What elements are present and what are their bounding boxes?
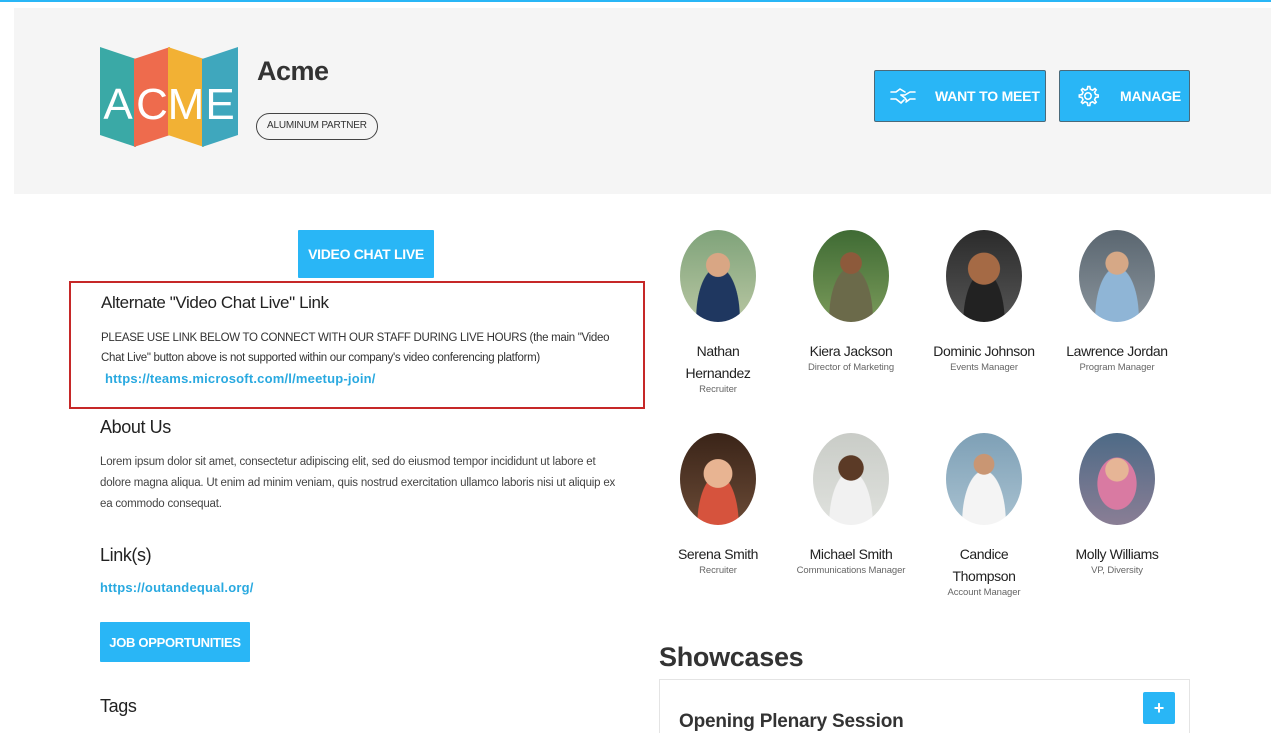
staff-card-serena-smith[interactable]: Serena Smith Recruiter [648, 433, 788, 577]
company-name: Acme [257, 56, 329, 86]
avatar [680, 230, 756, 322]
staff-card-kiera-jackson[interactable]: Kiera Jackson Director of Marketing [781, 230, 921, 374]
svg-text:M: M [168, 80, 205, 129]
want-to-meet-label: WANT TO MEET [935, 88, 1040, 104]
acme-logo: A C M E [100, 47, 238, 147]
staff-card-molly-williams[interactable]: Molly Williams VP, Diversity [1047, 433, 1187, 577]
staff-name: Lawrence Jordan [1066, 343, 1168, 359]
staff-name: Michael Smith [809, 546, 893, 562]
manage-label: MANAGE [1120, 88, 1182, 104]
links-heading: Link(s) [100, 545, 152, 565]
showcase-name: Opening Plenary Session [679, 711, 904, 732]
showcases-heading: Showcases [659, 642, 804, 672]
staff-name: Candice Thompson [952, 546, 1016, 584]
add-showcase-button[interactable]: + [1143, 692, 1175, 724]
staff-role: Communications Manager [796, 565, 906, 576]
staff-name: Nathan Hernandez [685, 343, 751, 381]
gear-icon [1060, 85, 1116, 107]
showcase-card[interactable]: Opening Plenary Session + [659, 679, 1190, 733]
avatar [1079, 433, 1155, 525]
exhibitor-header: A C M E Acme ALUMINUM PARTNER WANT TO ME… [14, 8, 1271, 194]
staff-name: Serena Smith [677, 546, 759, 562]
staff-name: Kiera Jackson [809, 343, 893, 359]
staff-role: Recruiter [699, 384, 737, 395]
avatar [946, 433, 1022, 525]
top-accent-rule [0, 0, 1271, 2]
staff-card-nathan-hernandez[interactable]: Nathan Hernandez Recruiter [648, 230, 788, 396]
alternate-link-title: Alternate "Video Chat Live" Link [101, 293, 329, 312]
teams-meetup-link[interactable]: https://teams.microsoft.com/l/meetup-joi… [105, 371, 376, 386]
alternate-link-box: Alternate "Video Chat Live" Link PLEASE … [69, 281, 645, 409]
staff-card-michael-smith[interactable]: Michael Smith Communications Manager [781, 433, 921, 577]
svg-text:E: E [205, 80, 234, 129]
about-us-text: Lorem ipsum dolor sit amet, consectetur … [100, 456, 616, 510]
staff-role: Director of Marketing [807, 362, 895, 373]
avatar [813, 433, 889, 525]
staff-role: VP, Diversity [1091, 565, 1143, 576]
avatar [813, 230, 889, 322]
staff-name: Molly Williams [1075, 546, 1159, 562]
staff-role: Events Manager [950, 362, 1018, 373]
staff-role: Recruiter [699, 565, 737, 576]
staff-role: Program Manager [1079, 362, 1155, 373]
avatar [680, 433, 756, 525]
manage-button[interactable]: MANAGE [1059, 70, 1190, 122]
staff-card-lawrence-jordan[interactable]: Lawrence Jordan Program Manager [1047, 230, 1187, 374]
tags-heading: Tags [100, 696, 137, 716]
want-to-meet-button[interactable]: WANT TO MEET [874, 70, 1046, 122]
avatar [1079, 230, 1155, 322]
alternate-link-text: PLEASE USE LINK BELOW TO CONNECT WITH OU… [101, 332, 610, 364]
staff-card-candice-thompson[interactable]: Candice Thompson Account Manager [914, 433, 1054, 599]
handshake-icon [875, 86, 931, 106]
video-chat-live-button[interactable]: VIDEO CHAT LIVE [298, 230, 434, 278]
staff-role: Account Manager [947, 587, 1021, 598]
partner-badge: ALUMINUM PARTNER [256, 113, 378, 140]
avatar [946, 230, 1022, 322]
about-us-heading: About Us [100, 417, 171, 437]
staff-card-dominic-johnson[interactable]: Dominic Johnson Events Manager [914, 230, 1054, 374]
website-link[interactable]: https://outandequal.org/ [100, 580, 254, 595]
job-opportunities-button[interactable]: JOB OPPORTUNITIES [100, 622, 250, 662]
svg-text:A: A [103, 80, 133, 129]
svg-text:C: C [136, 80, 168, 129]
staff-name: Dominic Johnson [933, 343, 1035, 359]
